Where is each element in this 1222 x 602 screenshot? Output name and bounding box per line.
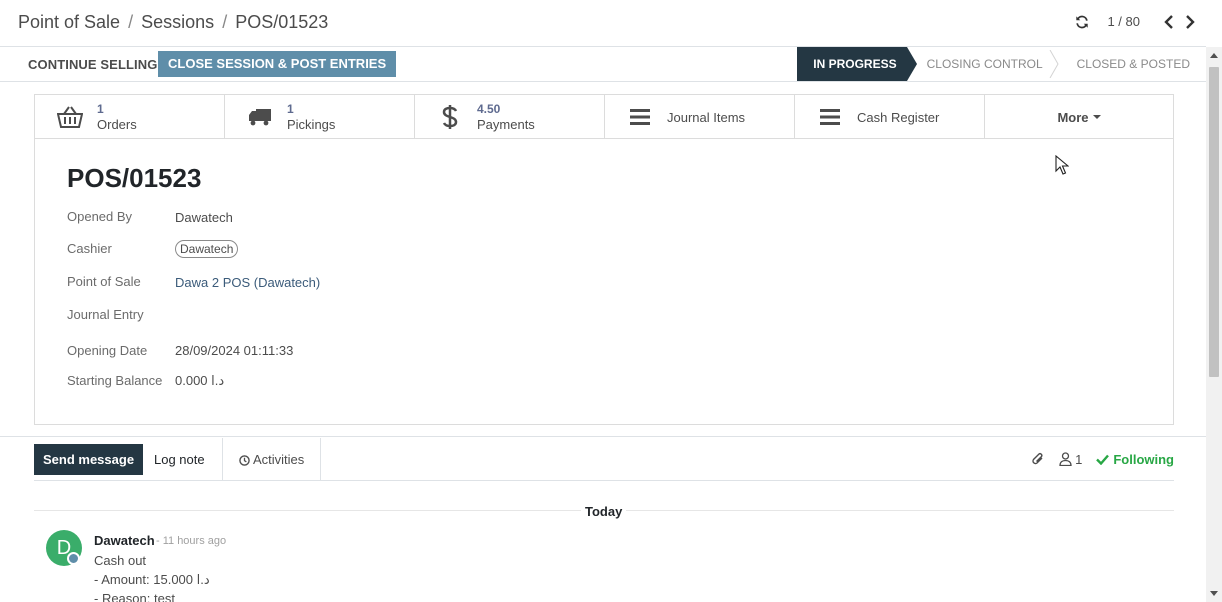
message-body-line: - Amount: 15.000 د.ا bbox=[94, 572, 210, 587]
payments-amount: 4.50 bbox=[477, 102, 501, 116]
cash-register-button[interactable]: Cash Register bbox=[795, 95, 985, 139]
scrollbar[interactable] bbox=[1206, 47, 1222, 602]
scrollbar-thumb[interactable] bbox=[1209, 67, 1219, 377]
mouse-cursor-icon bbox=[1055, 155, 1069, 175]
pickings-label: Pickings bbox=[287, 117, 336, 132]
scroll-up-icon[interactable] bbox=[1210, 53, 1218, 58]
close-session-button[interactable]: CLOSE SESSION & POST ENTRIES bbox=[158, 51, 397, 77]
opened-by-value: Dawatech bbox=[175, 210, 233, 225]
stage-label: IN PROGRESS bbox=[813, 57, 897, 71]
message-body-line: - Reason: test bbox=[94, 591, 175, 602]
chatter-topbar: Send message Log note Activities 1 Follo… bbox=[34, 438, 1174, 481]
payments-label: Payments bbox=[477, 117, 535, 132]
paperclip-icon[interactable] bbox=[1031, 451, 1045, 467]
log-note-button[interactable]: Log note bbox=[138, 444, 221, 475]
chevron-right-icon[interactable] bbox=[1184, 14, 1196, 29]
cashier-label: Cashier bbox=[67, 241, 112, 256]
send-message-button[interactable]: Send message bbox=[34, 444, 144, 475]
activities-button[interactable]: Activities bbox=[222, 438, 322, 481]
cash-register-label: Cash Register bbox=[857, 109, 940, 125]
pickings-count: 1 bbox=[287, 102, 294, 116]
stage-closing-control[interactable]: CLOSING CONTROL bbox=[907, 47, 1059, 81]
list-icon bbox=[817, 105, 843, 129]
truck-icon bbox=[247, 105, 273, 129]
breadcrumb-point-of-sale[interactable]: Point of Sale bbox=[18, 12, 120, 32]
journal-entry-label: Journal Entry bbox=[67, 307, 144, 322]
pager: 1 / 80 bbox=[1075, 14, 1196, 29]
more-label: More bbox=[1057, 109, 1089, 125]
breadcrumb-sessions[interactable]: Sessions bbox=[141, 12, 214, 32]
list-icon bbox=[627, 105, 653, 129]
point-of-sale-label: Point of Sale bbox=[67, 274, 141, 289]
activities-label: Activities bbox=[253, 452, 305, 467]
starting-balance-value: 0.000 د.ا bbox=[175, 373, 225, 388]
stage-label: CLOSED & POSTED bbox=[1076, 57, 1190, 71]
control-panel: Point of Sale / Sessions / POS/01523 1 /… bbox=[0, 0, 1206, 47]
journal-items-button[interactable]: Journal Items bbox=[605, 95, 795, 139]
cashier-tag[interactable]: Dawatech bbox=[175, 240, 239, 258]
status-bar: CONTINUE SELLING CLOSE SESSION & POST EN… bbox=[0, 47, 1206, 82]
pager-counter[interactable]: 1 / 80 bbox=[1107, 14, 1140, 29]
stage-in-progress[interactable]: IN PROGRESS bbox=[797, 47, 918, 81]
message-timestamp: - 11 hours ago bbox=[156, 535, 227, 547]
dollar-icon bbox=[437, 105, 463, 129]
journal-items-label: Journal Items bbox=[667, 109, 746, 125]
user-icon bbox=[1059, 452, 1072, 466]
followers-count: 1 bbox=[1075, 451, 1083, 467]
message-author[interactable]: Dawatech bbox=[94, 533, 155, 548]
following-label: Following bbox=[1113, 451, 1174, 467]
presence-status-icon bbox=[67, 552, 80, 565]
starting-balance-label: Starting Balance bbox=[67, 373, 163, 388]
smart-button-box: 1 Orders 1 Pickings 4.50 Payments Journa… bbox=[35, 95, 1173, 139]
basket-icon bbox=[57, 105, 83, 129]
payments-button[interactable]: 4.50 Payments bbox=[415, 95, 605, 139]
stage-closed-posted[interactable]: CLOSED & POSTED bbox=[1055, 47, 1206, 81]
opening-date-label: Opening Date bbox=[67, 343, 148, 358]
scroll-down-icon[interactable] bbox=[1210, 591, 1218, 596]
caret-down-icon bbox=[1092, 115, 1101, 119]
message-body-line: Cash out bbox=[94, 553, 147, 568]
orders-count: 1 bbox=[97, 102, 104, 116]
date-separator-label: Today bbox=[581, 504, 627, 519]
following-button[interactable]: Following bbox=[1096, 452, 1174, 467]
breadcrumb-separator: / bbox=[128, 12, 134, 32]
breadcrumb: Point of Sale / Sessions / POS/01523 bbox=[18, 12, 328, 33]
clock-icon bbox=[239, 455, 250, 466]
stage-label: CLOSING CONTROL bbox=[926, 57, 1043, 71]
followers-button[interactable]: 1 bbox=[1059, 452, 1082, 467]
chatter-actions: 1 Following bbox=[1031, 451, 1174, 467]
opening-date-value: 28/09/2024 01:11:33 bbox=[175, 343, 294, 358]
point-of-sale-link[interactable]: Dawa 2 POS (Dawatech) bbox=[175, 275, 320, 290]
breadcrumb-separator: / bbox=[222, 12, 228, 32]
check-icon bbox=[1096, 454, 1110, 465]
refresh-icon[interactable] bbox=[1075, 15, 1089, 29]
breadcrumb-current: POS/01523 bbox=[235, 12, 329, 32]
form-sheet: 1 Orders 1 Pickings 4.50 Payments Journa… bbox=[34, 94, 1174, 425]
orders-label: Orders bbox=[97, 117, 137, 132]
session-title: POS/01523 bbox=[67, 163, 202, 193]
opened-by-label: Opened By bbox=[67, 209, 133, 224]
chevron-left-icon[interactable] bbox=[1163, 14, 1175, 29]
continue-selling-button[interactable]: CONTINUE SELLING bbox=[28, 57, 157, 72]
orders-button[interactable]: 1 Orders bbox=[35, 95, 225, 139]
status-stages: IN PROGRESS CLOSING CONTROL CLOSED & POS… bbox=[797, 47, 1206, 81]
pickings-button[interactable]: 1 Pickings bbox=[225, 95, 415, 139]
more-dropdown[interactable]: More bbox=[985, 95, 1173, 139]
